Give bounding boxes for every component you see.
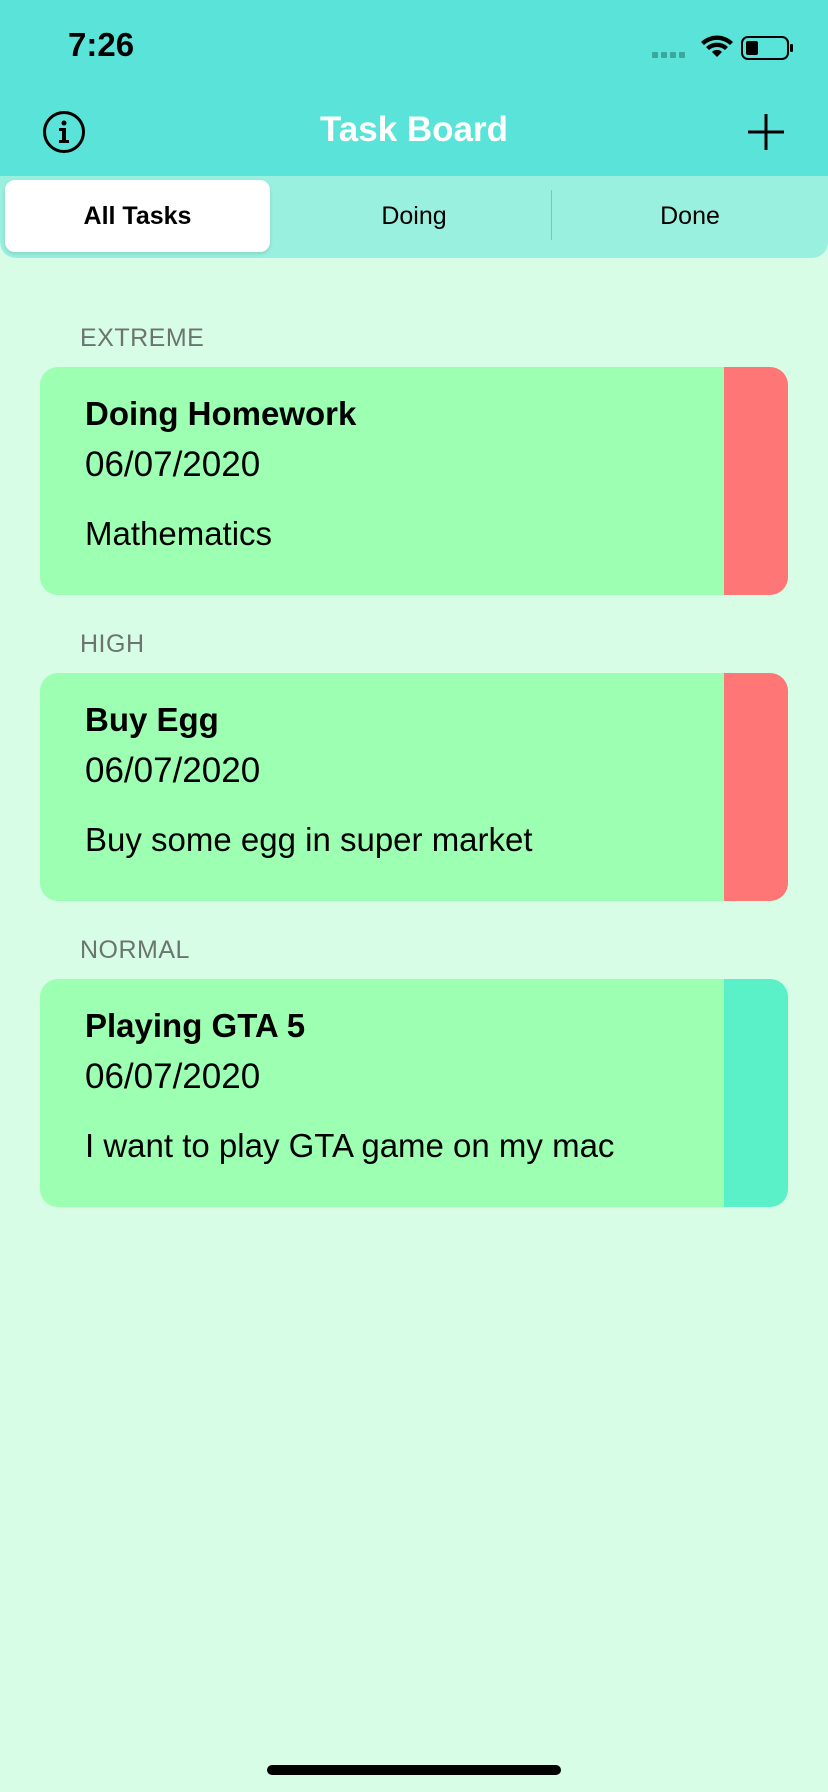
tab-done[interactable]: Done: [552, 180, 828, 252]
task-note: Buy some egg in super market: [85, 821, 533, 858]
section-header-high: HIGH: [80, 630, 145, 658]
priority-indicator: [724, 673, 788, 901]
add-task-button[interactable]: [746, 112, 786, 152]
home-indicator: [267, 1765, 561, 1775]
task-card[interactable]: Playing GTA 5 06/07/2020 I want to play …: [40, 979, 788, 1207]
section-header-extreme: EXTREME: [80, 324, 205, 352]
plus-icon: [748, 114, 784, 150]
tab-all-tasks[interactable]: All Tasks: [5, 180, 270, 252]
task-card[interactable]: Buy Egg 06/07/2020 Buy some egg in super…: [40, 673, 788, 901]
task-date: 06/07/2020: [85, 1057, 261, 1096]
task-title: Playing GTA 5: [85, 1007, 306, 1044]
task-card[interactable]: Doing Homework 06/07/2020 Mathematics: [40, 367, 788, 595]
status-time: 7:26: [68, 26, 135, 63]
wifi-icon: [701, 35, 733, 57]
tab-doing[interactable]: Doing: [276, 180, 552, 252]
priority-indicator: [724, 367, 788, 595]
status-icons: [652, 35, 793, 60]
task-title: Doing Homework: [85, 395, 357, 432]
navigation-bar: 7:26 Task Board: [0, 0, 828, 176]
task-filter-segmented-control: All Tasks Doing Done: [0, 176, 828, 258]
task-note: Mathematics: [85, 515, 273, 552]
signal-icon: [652, 52, 685, 58]
page-title: Task Board: [319, 110, 509, 149]
task-date: 06/07/2020: [85, 751, 261, 790]
task-note: I want to play GTA game on my mac: [85, 1127, 615, 1164]
task-title: Buy Egg: [85, 701, 219, 738]
priority-indicator: [724, 979, 788, 1207]
task-date: 06/07/2020: [85, 445, 261, 484]
section-header-normal: NORMAL: [80, 936, 190, 964]
battery-icon: [741, 36, 793, 60]
